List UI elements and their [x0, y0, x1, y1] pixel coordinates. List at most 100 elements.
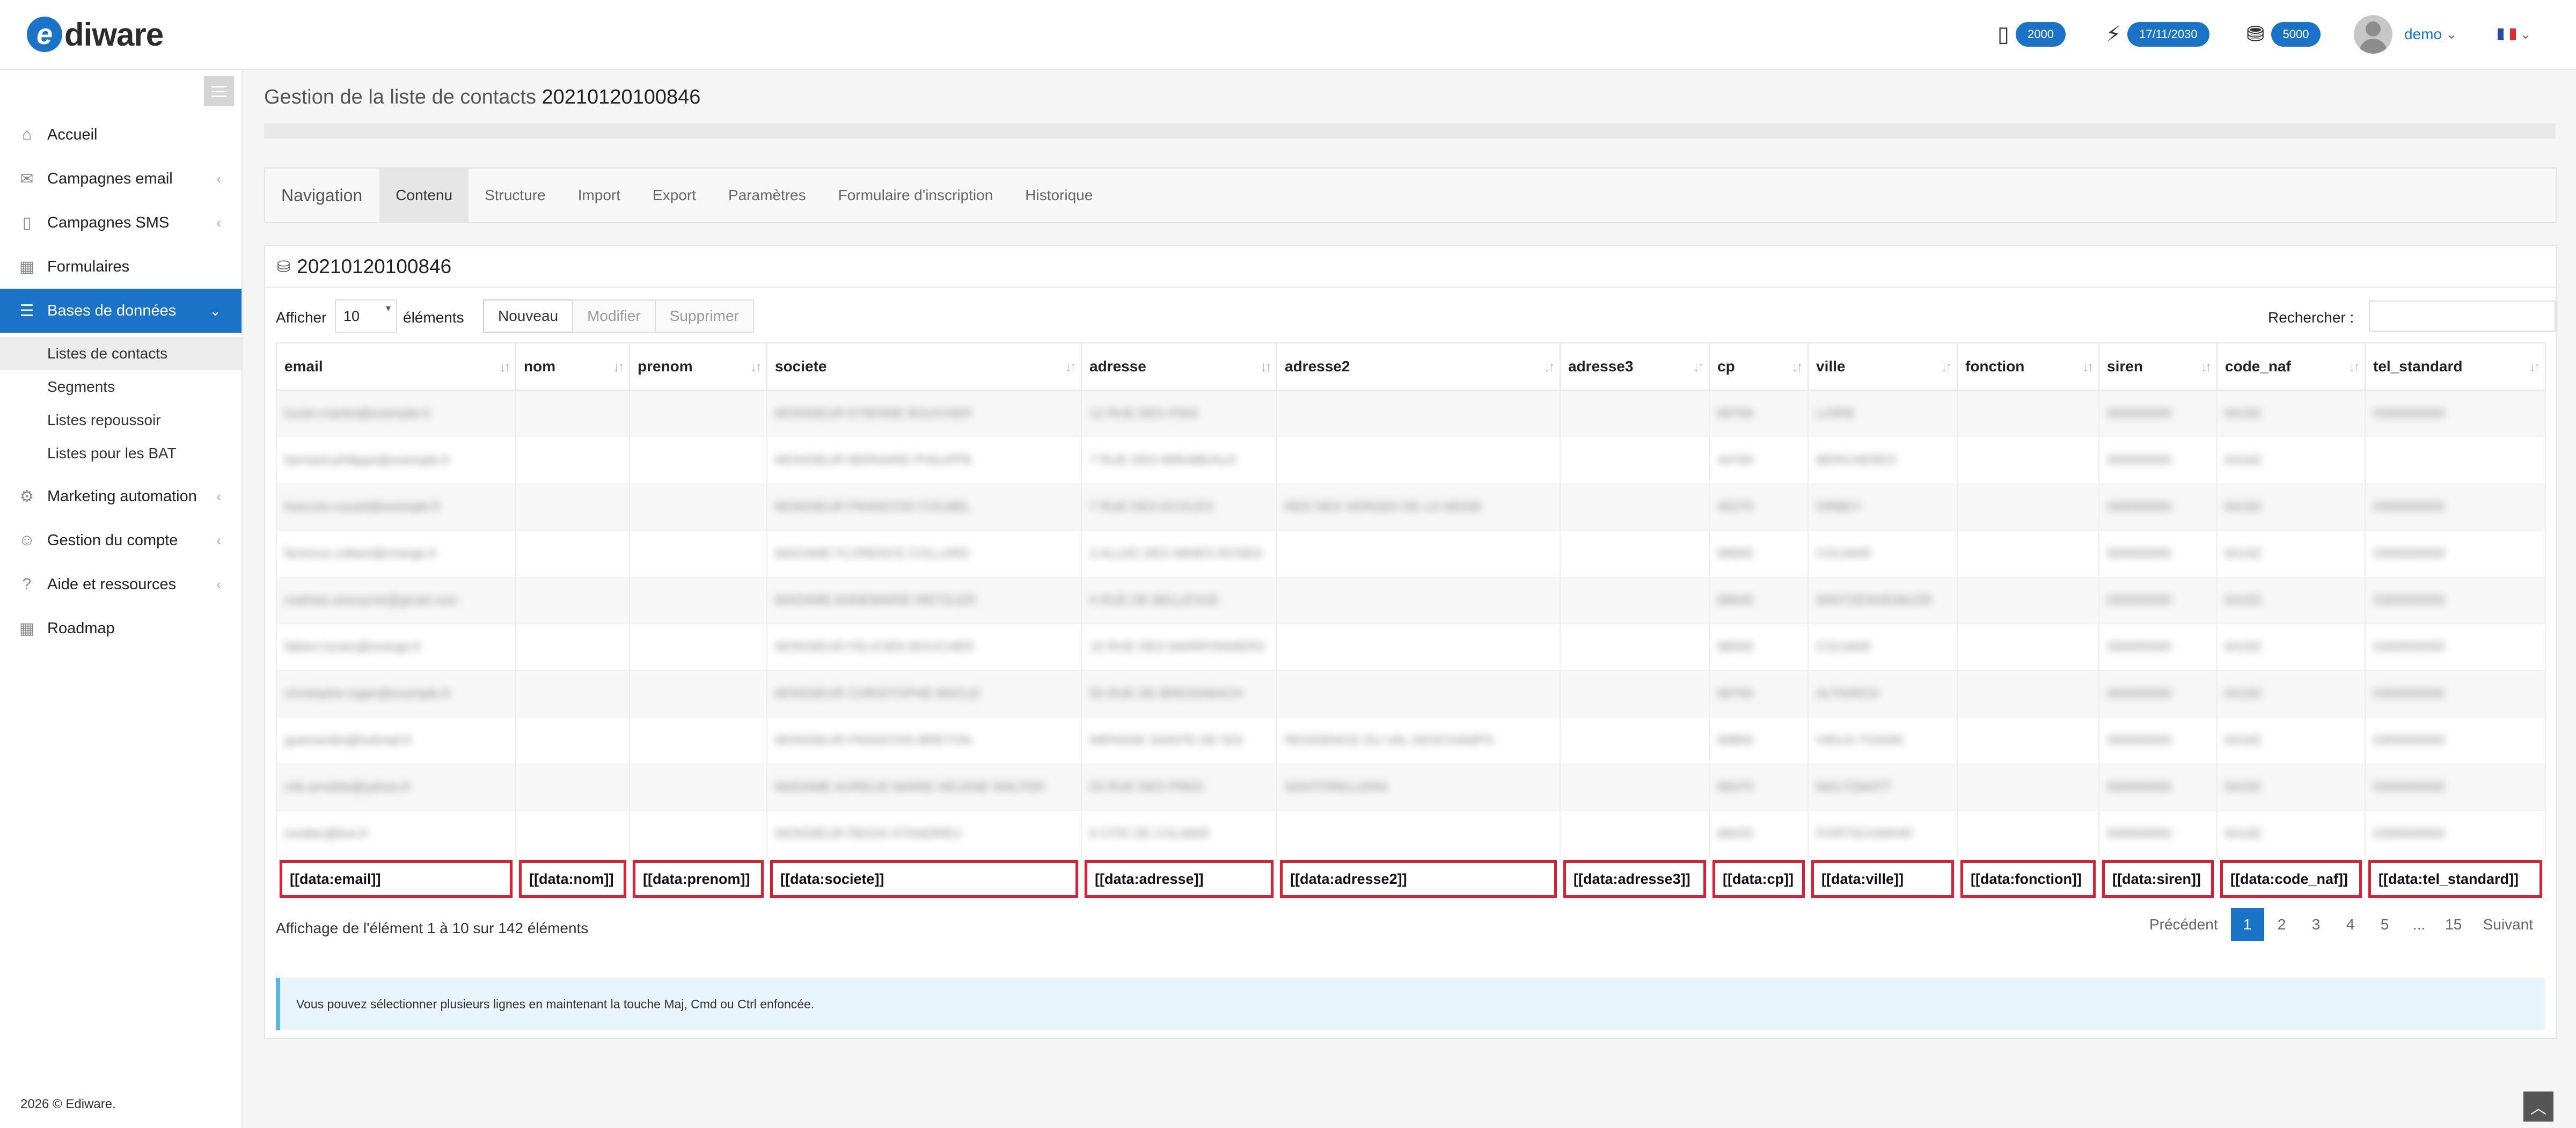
column-header-cp[interactable]: cp ↓↑ [1709, 343, 1808, 390]
cell-value: FORTSCHWIHR [1816, 826, 1913, 841]
table-row[interactable]: mathias.anonyme@gmail.comMADAME ANNEMARI… [276, 577, 2545, 624]
delete-button[interactable]: Supprimer [655, 299, 754, 333]
scroll-top-button[interactable]: ︿ [2523, 1092, 2553, 1122]
sidebar-item-gestion-du-compte[interactable]: ☺ Gestion du compte ‹ [0, 518, 241, 562]
table-row[interactable]: guerrandin@hotmail.frMONSIEUR FRANCOIS B… [276, 717, 2545, 764]
placeholder-tag[interactable]: [[data:code_naf]] [2220, 860, 2362, 898]
tab-formulaire-inscription[interactable]: Formulaire d'inscription [822, 169, 1009, 222]
cell-value: 68470 [1717, 780, 1753, 794]
database-icon: ⛁ [277, 258, 290, 276]
column-header-fonction[interactable]: fonction↓↑ [1957, 343, 2099, 390]
table-row[interactable]: bernard.philippe@exemple.frMONSIEUR BERN… [276, 437, 2545, 484]
placeholder-tag[interactable]: [[data:email]] [280, 860, 513, 898]
sms-credits[interactable]: ▯ 2000 [1997, 0, 2066, 69]
table-cell [516, 811, 630, 858]
table-row[interactable]: christophe.roger@exemple.frMONSIEUR CHRI… [276, 671, 2545, 717]
tab-structure[interactable]: Structure [469, 169, 562, 222]
pagination-page-15[interactable]: 15 [2437, 908, 2470, 941]
column-header-adresse3[interactable]: adresse3↓↑ [1560, 343, 1709, 390]
pagination-page-4[interactable]: 4 [2334, 908, 2367, 941]
placeholder-tag[interactable]: [[data:nom]] [519, 860, 626, 898]
new-button[interactable]: Nouveau [483, 299, 573, 333]
column-header-prenom[interactable]: prenom↓↑ [630, 343, 767, 390]
language-menu[interactable]: ⌄ [2498, 0, 2531, 69]
tab-import[interactable]: Import [562, 169, 636, 222]
placeholder-tag[interactable]: [[data:fonction]] [1960, 860, 2096, 898]
search-input[interactable] [2369, 301, 2556, 332]
tab-parametres[interactable]: Paramètres [712, 169, 822, 222]
column-header-societe[interactable]: societe↓↑ [767, 343, 1081, 390]
sidebar-subitem-listes-bat[interactable]: Listes pour les BAT [0, 437, 241, 470]
table-row[interactable]: fabien.lucien@orange.frMONSIEUR FELICIEN… [276, 624, 2545, 671]
tab-contenu[interactable]: Contenu [379, 169, 469, 222]
placeholder-tag[interactable]: [[data:tel_standard]] [2368, 860, 2542, 898]
table-row[interactable]: chk.arnolda@yahoo.frMADAME AURELIE MARIE… [276, 764, 2545, 811]
contacts-table-wrap: email↓↑nom↓↑prenom↓↑societe↓↑adresse↓↑ad… [276, 342, 2545, 901]
placeholder-tag[interactable]: [[data:prenom]] [633, 860, 764, 898]
table-row[interactable]: sviolier@live.frMONSIEUR REGIS STANDREU6… [276, 811, 2545, 858]
cell-value: 000000000 [2107, 780, 2171, 794]
sidebar-item-formulaires[interactable]: ▦ Formulaires [0, 245, 241, 289]
placeholder-tag[interactable]: [[data:adresse2]] [1280, 860, 1557, 898]
table-cell: 000000000 [2099, 437, 2217, 484]
table-row[interactable]: florence.colbert@orange.frMADAME FLORENC… [276, 531, 2545, 577]
sidebar-item-campagnes-email[interactable]: ✉ Campagnes email ‹ [0, 157, 241, 201]
sidebar-subitem-listes-de-contacts[interactable]: Listes de contacts [0, 337, 241, 370]
sidebar-subitem-listes-repoussoir[interactable]: Listes repoussoir [0, 404, 241, 437]
placeholder-tag[interactable]: [[data:ville]] [1811, 860, 1954, 898]
pagination-previous[interactable]: Précédent [2138, 908, 2230, 941]
sidebar-item-accueil[interactable]: ⌂ Accueil [0, 113, 241, 157]
column-header-adresse2[interactable]: adresse2↓↑ [1277, 343, 1560, 390]
placeholder-tag[interactable]: [[data:adresse3]] [1563, 860, 1706, 898]
pagination-next[interactable]: Suivant [2471, 908, 2545, 941]
column-header-siren[interactable]: siren↓↑ [2099, 343, 2217, 390]
column-header-label: cp [1717, 358, 1735, 375]
tab-historique[interactable]: Historique [1009, 169, 1109, 222]
pagination-page-1[interactable]: 1 [2231, 908, 2264, 941]
table-cell: LOIRE [1808, 390, 1957, 437]
user-menu[interactable]: demo ⌄ [2354, 0, 2457, 69]
sidebar-item-campagnes-sms[interactable]: ▯ Campagnes SMS ‹ [0, 201, 241, 245]
pagination-page-3[interactable]: 3 [2300, 908, 2333, 941]
sidebar-item-marketing-automation[interactable]: ⚙ Marketing automation ‹ [0, 474, 241, 518]
chevron-up-icon: ︿ [2530, 1095, 2546, 1118]
cell-value: MONSIEUR FRANCOIS BRETON [775, 733, 971, 748]
sidebar-item-aide-et-ressources[interactable]: ? Aide et ressources ‹ [0, 562, 241, 606]
table-row[interactable]: francois.russel@exemple.frMONSIEUR FRANC… [276, 484, 2545, 531]
edit-button[interactable]: Modifier [572, 299, 656, 333]
sidebar-toggle-button[interactable] [204, 76, 234, 106]
table-cell [1957, 717, 2099, 764]
placeholder-tag[interactable]: [[data:societe]] [770, 860, 1078, 898]
ediware-logo[interactable]: e diware [27, 15, 163, 54]
pagination-page-5[interactable]: 5 [2368, 908, 2402, 941]
placeholder-tag[interactable]: [[data:cp]] [1713, 860, 1805, 898]
account-expiry[interactable]: ⚡ 17/11/2030 [2106, 0, 2209, 69]
column-header-nom[interactable]: nom↓↑ [516, 343, 630, 390]
column-header-code-naf[interactable]: code_naf↓↑ [2217, 343, 2365, 390]
email-credits[interactable]: ⛃ 5000 [2246, 0, 2321, 69]
placeholder-tag[interactable]: [[data:siren]] [2102, 860, 2214, 898]
column-header-email[interactable]: email↓↑ [276, 343, 516, 390]
sort-icon: ↓↑ [1791, 358, 1801, 375]
column-header-tel-standard[interactable]: tel_standard↓↑ [2365, 343, 2545, 390]
cell-value: 0300000000 [2373, 780, 2445, 794]
cell-value: 4 RUE DE BELLEVUE [1089, 593, 1219, 607]
sidebar-subitem-segments[interactable]: Segments [0, 370, 241, 404]
pagination-page-2[interactable]: 2 [2265, 908, 2299, 941]
table-cell: christophe.roger@exemple.fr [276, 671, 516, 717]
table-cell: ORBEY [1808, 484, 1957, 531]
column-header-adresse[interactable]: adresse↓↑ [1081, 343, 1277, 390]
table-cell: 0300000000 [2365, 390, 2545, 437]
placeholder-tag[interactable]: [[data:adresse]] [1085, 860, 1274, 898]
sidebar: ⌂ Accueil ✉ Campagnes email ‹ ▯ Campagne… [0, 70, 243, 1128]
page-length-select[interactable]: 10 ▾ [335, 299, 397, 333]
sidebar-item-roadmap[interactable]: ▦ Roadmap [0, 606, 241, 650]
table-cell [1560, 577, 1709, 624]
column-header-ville[interactable]: ville↓↑ [1808, 343, 1957, 390]
sidebar-item-bases-de-donnees[interactable]: ☰ Bases de données ⌄ [0, 289, 241, 333]
coins-icon: ⛃ [2246, 22, 2265, 47]
table-cell [516, 764, 630, 811]
table-row[interactable]: lucien.martin@exemple.frMONSIEUR ETIENNE… [276, 390, 2545, 437]
table-cell: MONSIEUR FELICIEN BOUCHER [767, 624, 1081, 671]
tab-export[interactable]: Export [636, 169, 712, 222]
